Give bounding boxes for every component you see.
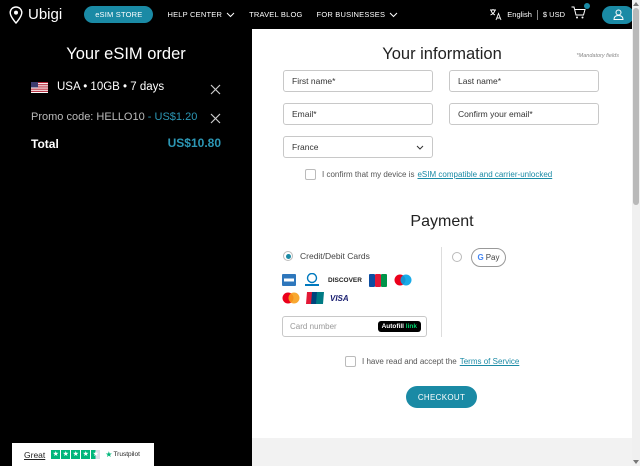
chevron-down-icon [416,145,424,150]
remove-promo-icon[interactable] [210,113,221,124]
card-radio[interactable] [283,251,293,261]
jcb-icon [368,273,388,287]
card-option-label: Credit/Debit Cards [300,251,370,261]
payment-title: Payment [410,213,474,230]
mandatory-fields-note: *Mandatory fields [576,53,620,59]
chevron-down-icon [226,12,235,17]
device-compat-row: I confirm that my device is eSIM compati… [305,169,552,180]
star-icon: ★ [51,450,61,459]
footer-strip [252,438,632,466]
order-summary-panel: Your eSIM order USA • 10GB • 7 days Prom… [0,29,252,466]
gpay-label: Pay [485,253,500,262]
order-title: Your eSIM order [66,45,186,63]
terms-checkbox[interactable] [345,356,356,367]
right-nav: English $ USD [489,0,634,29]
checkout-button[interactable]: CHECKOUT [406,386,477,408]
terms-text: I have read and accept the [362,357,457,366]
user-icon [612,9,624,20]
scrollbar-thumb[interactable] [633,8,639,205]
checkout-form: Your information *Mandatory fields First… [252,29,632,438]
radio-dot [285,253,291,259]
link-brand-label: link [405,323,417,330]
help-center-menu[interactable]: HELP CENTER [167,10,235,19]
help-center-label: HELP CENTER [167,10,223,19]
star-icon: ★ [81,450,91,459]
mastercard-icon [282,292,300,304]
chevron-down-icon [389,12,398,17]
last-name-field[interactable]: Last name* [449,70,599,92]
total-label: Total [31,137,59,151]
autofill-link-button[interactable]: Autofill link [377,321,421,332]
visa-icon: VISA [330,293,349,303]
scroll-down-arrow[interactable] [633,460,639,464]
cart-button[interactable] [571,2,590,24]
google-g-icon: G [477,253,484,262]
top-navbar: Ubigi eSIM STORE HELP CENTER TRAVEL BLOG… [0,0,640,29]
trustpilot-rating-word[interactable]: Great [24,450,45,460]
order-plan-line: USA • 10GB • 7 days [31,81,164,93]
esim-store-button[interactable]: eSIM STORE [84,6,154,23]
gpay-option[interactable]: G Pay [471,248,506,267]
card-number-field[interactable]: Card number Autofill link [282,316,427,337]
us-flag-icon [31,81,48,93]
location-pin-icon [9,5,23,24]
promo-discount: - US$1.20 [147,111,198,123]
promo-code-label: Promo code: HELLO10 [31,111,145,123]
currency-selector[interactable]: $ USD [543,10,565,19]
card-payment-option[interactable]: Credit/Debit Cards [283,251,370,261]
first-name-field[interactable]: First name* [283,70,433,92]
terms-link[interactable]: Terms of Service [460,357,520,366]
logo-text: Ubigi [28,6,63,23]
diners-club-icon [302,273,322,287]
half-star-icon: ★ [91,450,101,459]
cart-badge [584,2,590,9]
remove-plan-icon[interactable] [210,84,221,95]
trustpilot-widget[interactable]: Great ★ ★ ★ ★ ★ ★ Trustpilot [12,443,154,466]
trustpilot-star-icon: ★ [105,450,113,459]
device-compat-text: I confirm that my device is [322,170,415,179]
country-value: France [292,142,319,152]
maestro-icon [394,274,412,286]
star-icon: ★ [61,450,71,459]
trustpilot-stars: ★ ★ ★ ★ ★ [51,450,101,459]
for-businesses-label: FOR BUSINESSES [316,10,386,19]
autofill-label: Autofill [381,323,404,330]
plan-text: USA • 10GB • 7 days [57,81,165,93]
gpay-radio[interactable] [452,252,462,262]
nav-divider [536,9,538,20]
trustpilot-brand: Trustpilot [113,451,140,458]
travel-blog-link[interactable]: TRAVEL BLOG [249,10,302,19]
trustpilot-logo: ★ Trustpilot [105,450,140,459]
terms-row: I have read and accept the Terms of Serv… [345,356,519,367]
country-select[interactable]: France [283,136,433,158]
scroll-up-arrow[interactable] [633,2,639,6]
email-field[interactable]: Email* [283,103,433,125]
star-icon: ★ [71,450,81,459]
device-compat-link[interactable]: eSIM compatible and carrier-unlocked [417,170,552,179]
language-label: English [507,10,532,19]
confirm-email-field[interactable]: Confirm your email* [449,103,599,125]
amex-icon [282,274,296,286]
device-compat-checkbox[interactable] [305,169,316,180]
page-scrollbar[interactable] [632,0,640,466]
for-businesses-menu[interactable]: FOR BUSINESSES [317,10,399,19]
ubigi-logo[interactable]: Ubigi [9,5,63,24]
language-selector[interactable]: English [489,8,532,21]
translate-icon [490,9,502,21]
payment-divider [441,247,442,337]
card-brands-row-1: DISCOVER [282,273,418,287]
account-button[interactable] [602,5,634,24]
card-number-placeholder: Card number [290,322,337,331]
total-value: US$10.80 [167,136,221,150]
promo-line: Promo code: HELLO10 - US$1.20 [31,111,197,123]
card-brands-row-2: VISA [282,292,355,304]
information-title: Your information [382,45,502,63]
union-pay-icon [306,292,324,304]
discover-icon: DISCOVER [328,276,362,284]
